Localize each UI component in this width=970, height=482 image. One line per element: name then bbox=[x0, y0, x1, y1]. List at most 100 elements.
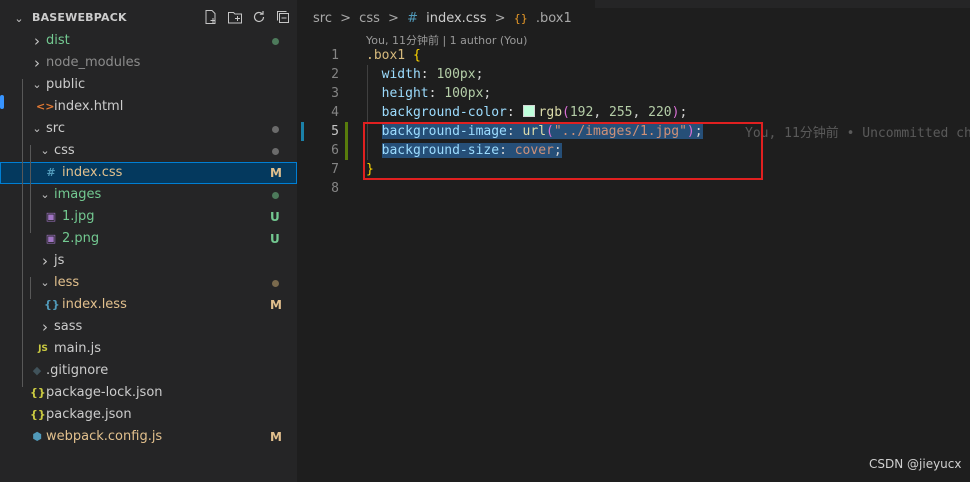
breadcrumb-separator: > bbox=[340, 11, 352, 26]
chevron-down-icon[interactable]: ⌄ bbox=[40, 143, 50, 159]
tree-item[interactable]: # index.css M bbox=[0, 162, 297, 184]
chevron-down-icon[interactable]: ⌄ bbox=[40, 187, 50, 203]
tree-item[interactable]: ⌄ less bbox=[0, 272, 297, 294]
chevron-right-icon[interactable]: › bbox=[40, 253, 50, 269]
tree-item-label: images bbox=[54, 187, 102, 202]
javascript-file-icon: JS bbox=[38, 344, 48, 354]
tree-item-label: webpack.config.js bbox=[46, 429, 163, 444]
line-number: 4 bbox=[331, 105, 339, 120]
line-number: 3 bbox=[331, 86, 339, 101]
breadcrumb-item[interactable]: css bbox=[359, 11, 380, 26]
git-gutter-marker[interactable] bbox=[345, 122, 348, 160]
tab-strip bbox=[297, 0, 970, 8]
less-file-icon: {} bbox=[44, 298, 60, 311]
tree-item-label: 2.png bbox=[62, 231, 100, 246]
color-swatch[interactable] bbox=[522, 105, 535, 117]
chevron-down-icon[interactable]: ⌄ bbox=[32, 77, 42, 93]
explorer-sidebar: ⌄ BASEWEBPACK › dist › node_modules ⌄ public <… bbox=[0, 0, 297, 482]
code-line[interactable]: height: 100px; bbox=[366, 84, 492, 103]
tree-item[interactable]: ⌄ images bbox=[0, 184, 297, 206]
tree-item-label: sass bbox=[54, 319, 83, 334]
code-token: : bbox=[428, 86, 445, 101]
json-file-icon: {} bbox=[30, 408, 46, 421]
tree-item[interactable]: ⌄ public bbox=[0, 74, 297, 96]
line-number: 8 bbox=[331, 181, 339, 196]
code-token: , bbox=[632, 105, 649, 120]
chevron-down-icon[interactable]: ⌄ bbox=[32, 121, 42, 137]
breadcrumb-separator: > bbox=[388, 11, 399, 26]
git-status-badge: M bbox=[270, 298, 282, 312]
code-token: : bbox=[420, 67, 437, 82]
tree-item-label: public bbox=[46, 77, 86, 92]
breadcrumb-item[interactable]: src bbox=[313, 11, 332, 26]
tree-item[interactable]: ⬢ webpack.config.js M bbox=[0, 426, 297, 448]
git-file-icon: ◆ bbox=[32, 364, 42, 377]
tree-item[interactable]: ⌄ src bbox=[0, 118, 297, 140]
tree-item-label: node_modules bbox=[46, 55, 141, 70]
breadcrumb-separator: > bbox=[494, 11, 506, 26]
code-token: 192 bbox=[569, 105, 594, 120]
git-change-dot bbox=[272, 192, 279, 199]
code-token: ; bbox=[679, 105, 688, 120]
chevron-down-icon[interactable]: ⌄ bbox=[14, 11, 24, 27]
chevron-down-icon[interactable]: ⌄ bbox=[40, 275, 50, 291]
tree-item[interactable]: ⌄ css bbox=[0, 140, 297, 162]
image-file-icon: ▣ bbox=[45, 232, 57, 245]
git-change-dot bbox=[272, 38, 279, 45]
breadcrumb-item[interactable]: index.css bbox=[426, 11, 486, 26]
code-token: .box1 bbox=[366, 48, 406, 63]
new-folder-icon[interactable] bbox=[226, 9, 244, 27]
tree-item[interactable]: ▣ 1.jpg U bbox=[0, 206, 297, 228]
tree-item[interactable]: JS main.js bbox=[0, 338, 297, 360]
breadcrumb-item[interactable]: .box1 bbox=[536, 11, 572, 26]
tree-item[interactable]: ◆ .gitignore bbox=[0, 360, 297, 382]
code-token: rgb bbox=[538, 105, 563, 120]
new-file-icon[interactable] bbox=[202, 9, 220, 27]
code-line[interactable]: .box1 { bbox=[366, 46, 421, 65]
code-token: ; bbox=[475, 67, 484, 82]
tree-item[interactable]: {} package.json bbox=[0, 404, 297, 426]
git-gutter-marker[interactable] bbox=[301, 122, 304, 141]
line-number: 7 bbox=[331, 162, 339, 177]
chevron-right-icon[interactable]: › bbox=[32, 33, 42, 49]
chevron-right-icon[interactable]: › bbox=[40, 319, 50, 335]
line-number: 6 bbox=[331, 143, 339, 158]
code-token: : bbox=[506, 105, 523, 120]
code-token: 100px bbox=[444, 86, 484, 101]
tree-item-label: index.less bbox=[62, 297, 127, 312]
html-file-icon: <> bbox=[36, 100, 55, 113]
git-status-badge: U bbox=[270, 232, 280, 246]
tree-item-label: main.js bbox=[54, 341, 101, 356]
tree-item-label: index.css bbox=[62, 165, 123, 180]
indent-guide bbox=[22, 79, 23, 387]
code-line[interactable]: background-color: rgb(192, 255, 220); bbox=[366, 103, 687, 122]
tree-item[interactable]: <> index.html bbox=[0, 96, 297, 118]
highlight-annotation-box bbox=[363, 122, 763, 180]
tree-item[interactable]: {} package-lock.json bbox=[0, 382, 297, 404]
tree-item[interactable]: › node_modules bbox=[0, 52, 297, 74]
tree-item[interactable]: › dist bbox=[0, 30, 297, 52]
tree-item[interactable]: ▣ 2.png U bbox=[0, 228, 297, 250]
webpack-file-icon: ⬢ bbox=[32, 430, 42, 443]
code-token: height bbox=[381, 86, 429, 101]
tree-item[interactable]: › sass bbox=[0, 316, 297, 338]
watermark: CSDN @jieyucx bbox=[869, 457, 962, 471]
code-token: { bbox=[412, 48, 421, 63]
chevron-right-icon[interactable]: › bbox=[32, 55, 42, 71]
css-file-icon: # bbox=[46, 166, 56, 179]
collapse-all-icon[interactable] bbox=[274, 9, 292, 27]
tree-item-label: 1.jpg bbox=[62, 209, 95, 224]
git-change-dot bbox=[272, 126, 279, 133]
indent-guide bbox=[30, 189, 31, 233]
code-token: ; bbox=[483, 86, 492, 101]
tree-item[interactable]: {} index.less M bbox=[0, 294, 297, 316]
refresh-icon[interactable] bbox=[250, 9, 268, 27]
explorer-title[interactable]: BASEWEBPACK bbox=[32, 11, 127, 24]
json-file-icon: {} bbox=[30, 386, 46, 399]
tree-item-label: package-lock.json bbox=[46, 385, 163, 400]
code-line[interactable]: width: 100px; bbox=[366, 65, 484, 84]
tree-item[interactable]: › js bbox=[0, 250, 297, 272]
